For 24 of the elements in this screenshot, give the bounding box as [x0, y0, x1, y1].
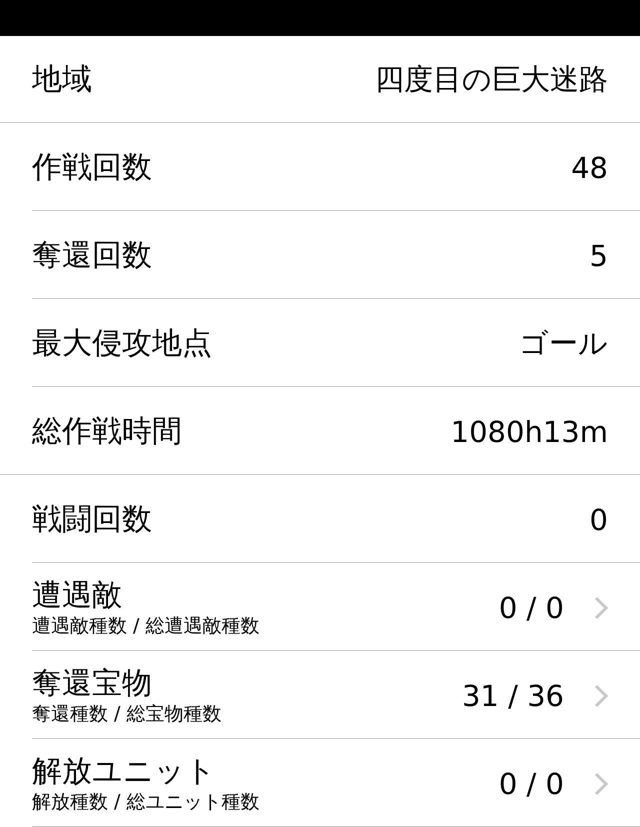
row-subtitle: 解放種数 / 総ユニット種数	[32, 790, 260, 814]
row-label: 遭遇敵	[32, 578, 123, 614]
row-subtitle: 遭遇敵種数 / 総遭遇敵種数	[32, 614, 260, 638]
row-value: 48	[571, 150, 608, 184]
row-label: 戦闘回数	[32, 501, 152, 539]
chevron-icon[interactable]	[594, 772, 608, 796]
row-label: 解放ユニット	[32, 754, 217, 790]
row-label: 最大侵攻地点	[32, 325, 212, 363]
row-value: 5	[590, 238, 608, 272]
row-value: 0 / 0	[498, 766, 564, 800]
row-label: 地域	[32, 61, 92, 99]
row-value: 1080h13m	[450, 414, 608, 448]
chevron-icon[interactable]	[594, 596, 608, 620]
row-value: ゴール	[519, 324, 608, 362]
row-label: 作戦回数	[32, 149, 152, 187]
row-subtitle: 奪還種数 / 総宝物種数	[32, 702, 222, 726]
row-label: 奪還宝物	[32, 666, 153, 702]
row-value: 0 / 0	[498, 590, 564, 624]
chevron-icon[interactable]	[594, 684, 608, 708]
row-value: 0	[590, 502, 608, 536]
row-label: 総作戦時間	[32, 413, 182, 451]
row-label: 奪還回数	[32, 237, 152, 275]
row-value: 四度目の巨大迷路	[375, 60, 608, 98]
row-value: 31 / 36	[462, 678, 564, 712]
